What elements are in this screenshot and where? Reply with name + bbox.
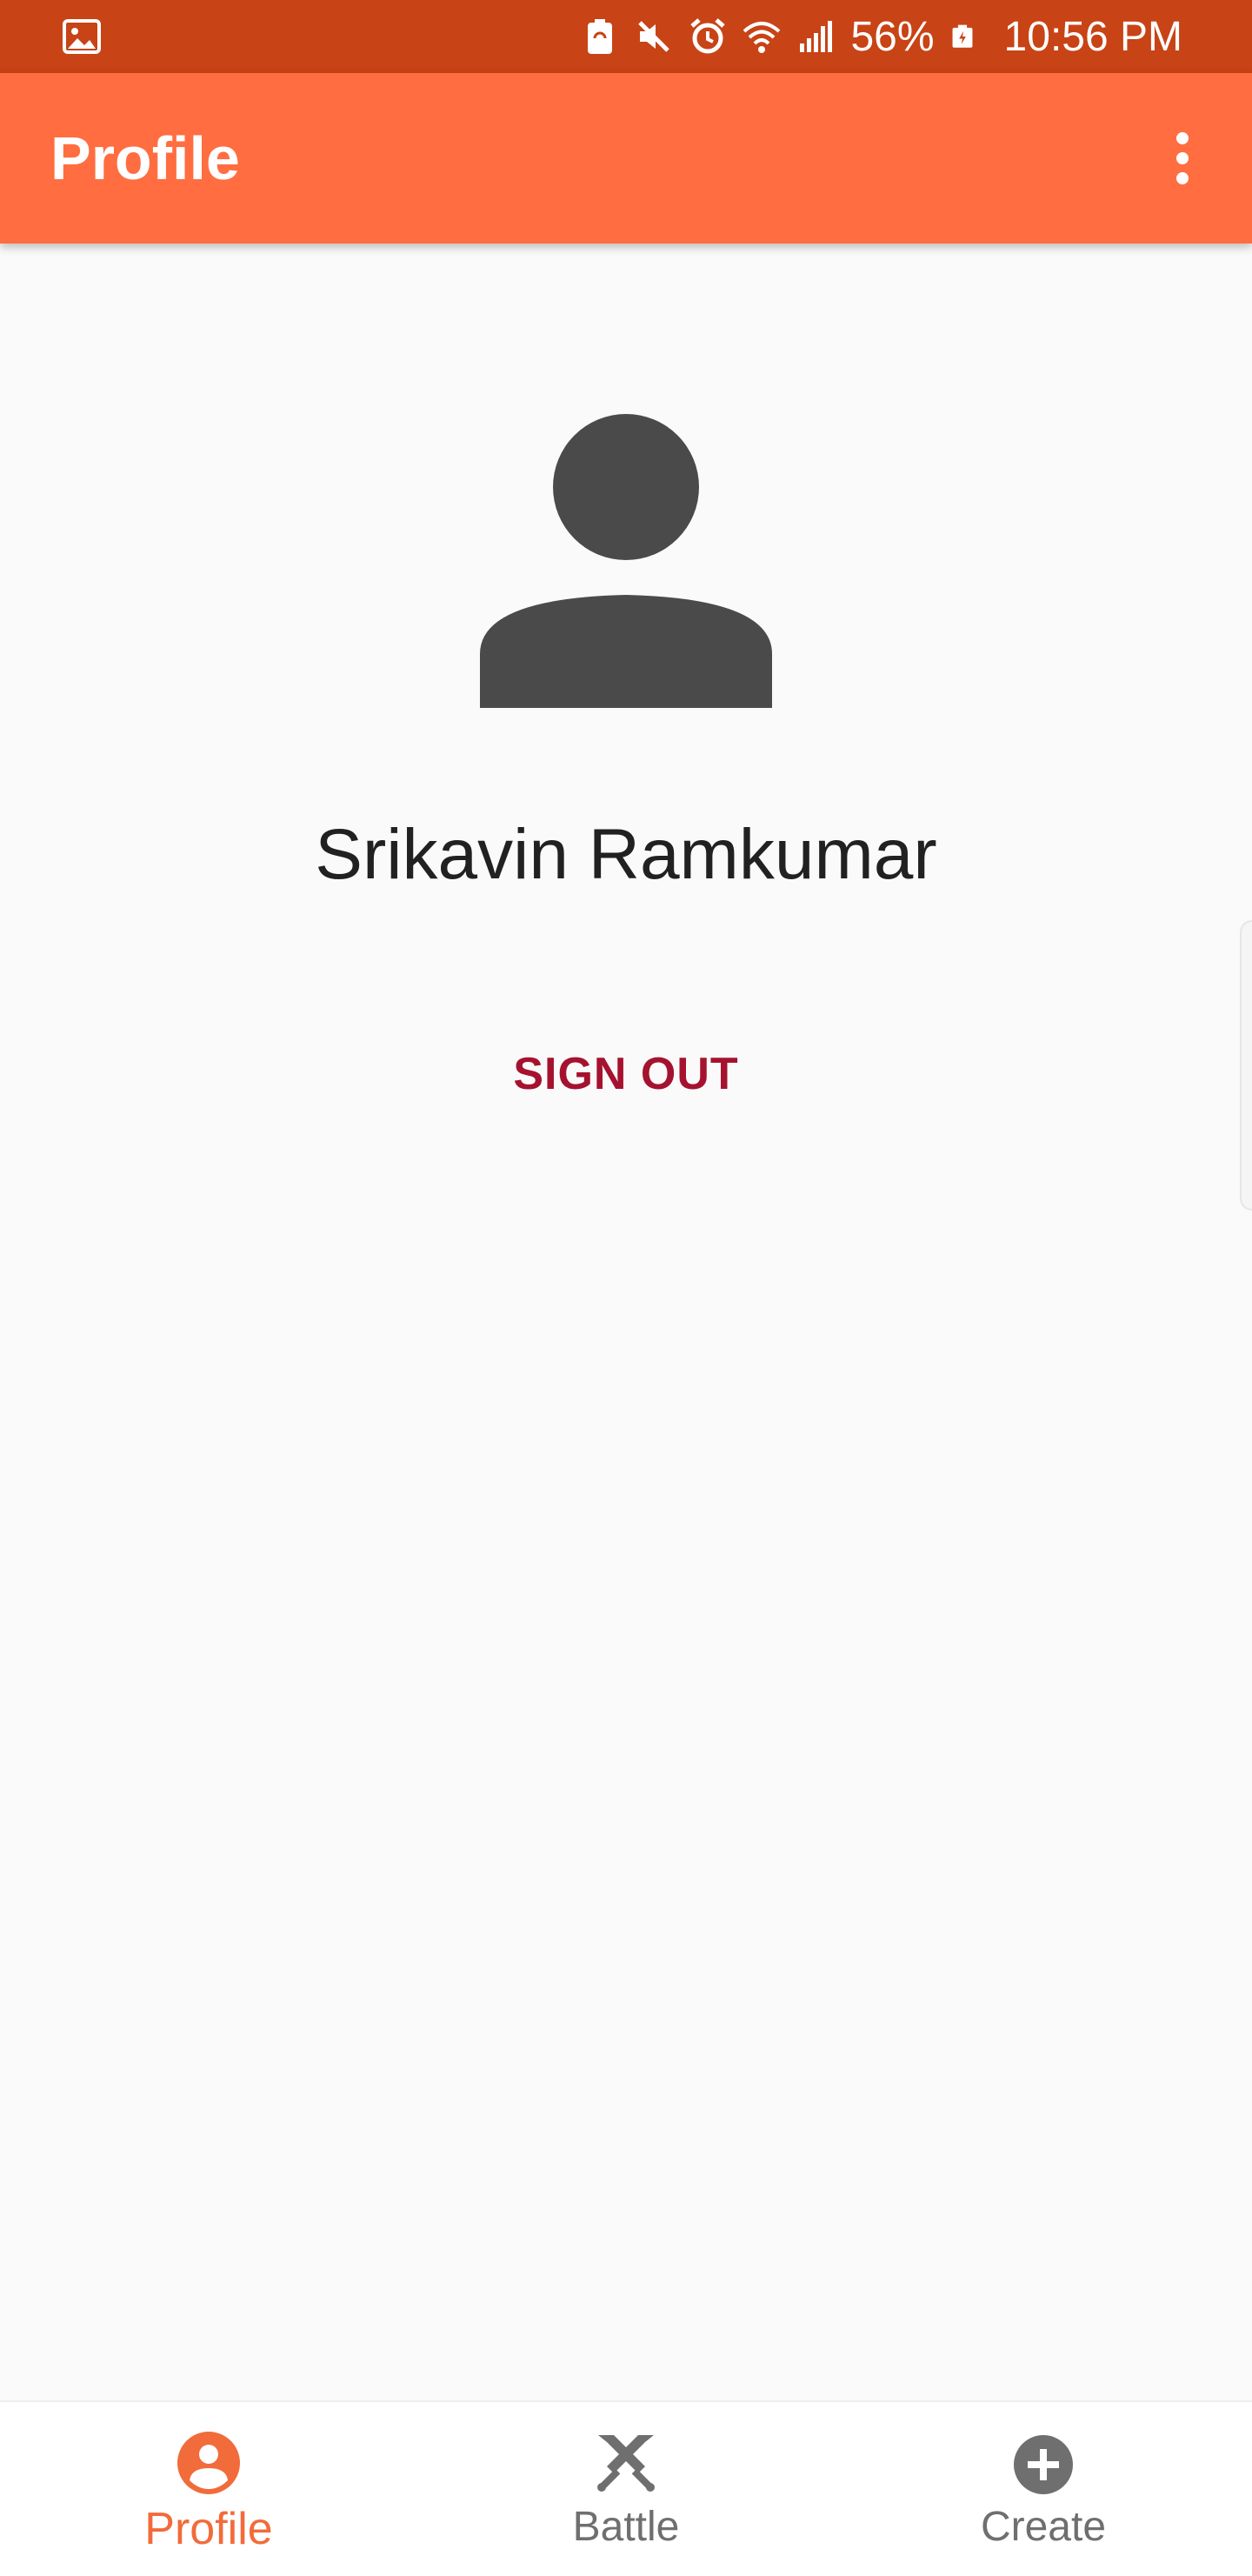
more-options-button[interactable] — [1148, 123, 1217, 193]
nav-label-battle: Battle — [572, 2504, 680, 2550]
battery-percent: 56% — [850, 13, 935, 60]
crossed-swords-icon — [593, 2430, 659, 2496]
user-name: Srikavin Ramkumar — [315, 815, 937, 894]
alarm-icon — [689, 17, 727, 56]
edge-panel-handle[interactable] — [1240, 920, 1252, 1211]
more-vertical-icon-dot — [1176, 152, 1189, 164]
nav-label-create: Create — [980, 2504, 1107, 2550]
clock: 10:56 PM — [1003, 13, 1182, 60]
wifi-icon — [743, 17, 781, 56]
nav-item-create[interactable]: Create — [835, 2402, 1252, 2576]
person-icon — [476, 409, 776, 708]
image-icon — [63, 19, 101, 54]
more-vertical-icon-dot — [1176, 172, 1189, 184]
add-circle-icon — [1010, 2430, 1076, 2496]
page-title: Profile — [50, 124, 240, 192]
nav-label-profile: Profile — [144, 2504, 273, 2554]
account-circle-icon — [176, 2430, 242, 2496]
more-vertical-icon — [1176, 132, 1189, 144]
nav-item-battle[interactable]: Battle — [417, 2402, 835, 2576]
mute-icon — [635, 17, 673, 56]
signal-icon — [796, 17, 835, 56]
battery-saver-icon — [581, 17, 619, 56]
sign-out-button[interactable]: SIGN OUT — [487, 1035, 765, 1113]
nav-item-profile[interactable]: Profile — [0, 2402, 417, 2576]
app-bar: Profile — [0, 73, 1252, 244]
bottom-navigation: Profile Battle Create — [0, 2400, 1252, 2576]
battery-icon — [950, 17, 989, 56]
status-bar: 56% 10:56 PM — [0, 0, 1252, 73]
